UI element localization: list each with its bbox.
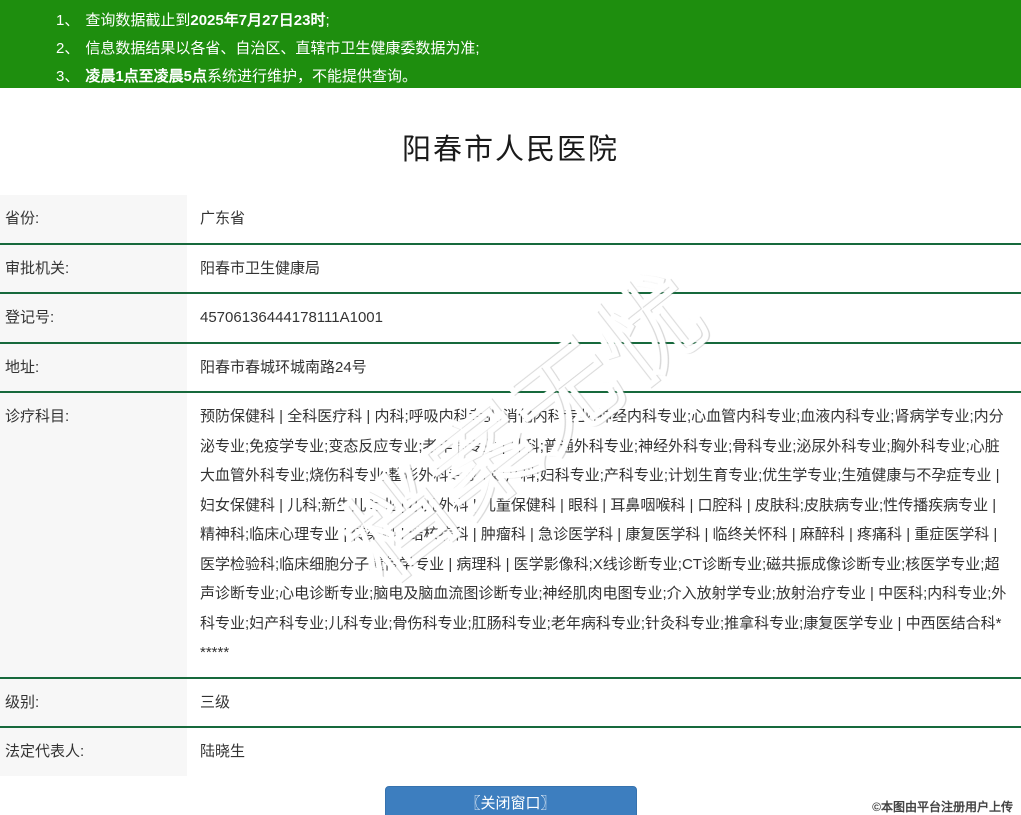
close-window-button[interactable]: 〖关闭窗口〗 [384, 785, 637, 815]
row-label: 诊疗科目: [0, 393, 187, 677]
notice-text: 信息数据结果以各省、自治区、直辖市卫生健康委数据为准; [85, 40, 480, 57]
notice-number: 3、 [56, 68, 80, 85]
hospital-detail-page: 1、 查询数据截止到2025年7月27日23时; 2、 信息数据结果以各省、自治区、… [0, 0, 1021, 815]
row-value: 阳春市春城环城南路24号 [200, 358, 367, 376]
notice-text: ; [325, 12, 330, 29]
table-row-registration-number: 登记号: 45706136444178111A1001 [0, 294, 1021, 344]
notice-line-1: 1、 查询数据截止到2025年7月27日23时; [0, 7, 1021, 35]
row-label: 登记号: [0, 294, 187, 342]
table-row-province: 省份: 广东省 [0, 195, 1021, 245]
notice-number: 1、 [56, 12, 80, 29]
row-value: 三级 [200, 693, 231, 711]
notice-text-bold: 凌晨1点至凌晨5点 [85, 68, 208, 85]
table-row-legal-representative: 法定代表人: 陆晓生 [0, 728, 1021, 776]
notice-text: 系统进行维护，不能提供查询。 [207, 68, 418, 85]
row-label: 地址: [0, 343, 187, 391]
row-label: 法定代表人: [0, 728, 187, 776]
hospital-title: 阳春市人民医院 [401, 134, 619, 166]
button-container: 〖关闭窗口〗 [0, 785, 1021, 815]
row-value: 预防保健科 | 全科医疗科 | 内科;呼吸内科专业;消化内科专业;神经内科专业;… [200, 408, 1007, 661]
row-label: 省份: [0, 195, 187, 243]
row-label: 审批机关: [0, 244, 187, 292]
notice-text-bold: 2025年7月27日23时 [190, 12, 326, 29]
row-value: 广东省 [200, 210, 246, 227]
table-row-medical-subjects: 诊疗科目: 预防保健科 | 全科医疗科 | 内科;呼吸内科专业;消化内科专业;神… [0, 393, 1021, 679]
upload-credit-watermark: ©本图由平台注册用户上传 [872, 800, 1013, 814]
notice-text: 查询数据截止到 [85, 12, 191, 29]
table-row-level: 级别: 三级 [0, 678, 1021, 728]
hospital-detail-table: 省份: 广东省 审批机关: 阳春市卫生健康局 登记号: 457061364441… [0, 195, 1021, 776]
row-value: 45706136444178111A1001 [200, 309, 383, 326]
notice-banner: 1、 查询数据截止到2025年7月27日23时; 2、 信息数据结果以各省、自治区、… [0, 0, 1021, 88]
table-row-approval-authority: 审批机关: 阳春市卫生健康局 [0, 244, 1021, 294]
notice-line-2: 2、 信息数据结果以各省、自治区、直辖市卫生健康委数据为准; [0, 35, 1021, 63]
notice-line-3: 3、 凌晨1点至凌晨5点系统进行维护，不能提供查询。 [0, 63, 1021, 91]
row-label: 级别: [0, 678, 187, 726]
row-value: 阳春市卫生健康局 [200, 259, 321, 277]
notice-number: 2、 [56, 40, 80, 57]
table-row-address: 地址: 阳春市春城环城南路24号 [0, 343, 1021, 393]
row-value: 陆晓生 [200, 743, 246, 760]
